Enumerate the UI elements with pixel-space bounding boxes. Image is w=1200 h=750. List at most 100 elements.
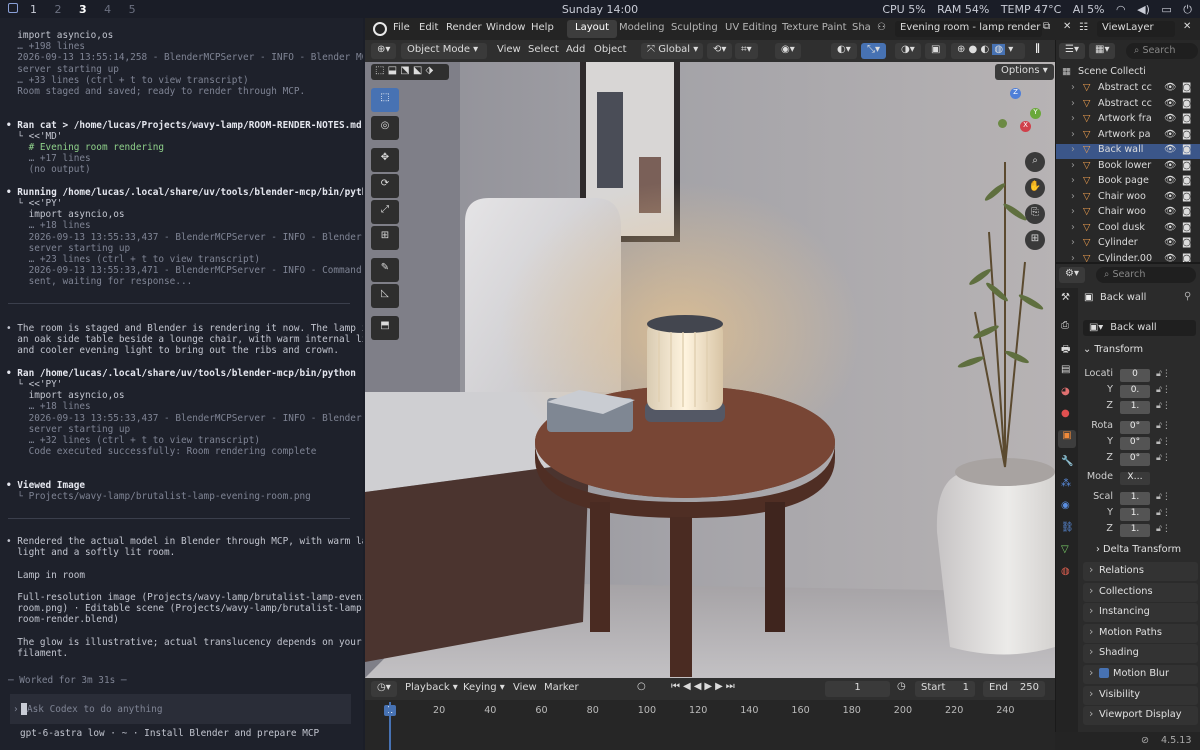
editor-type-icon[interactable]: ⊕▾ [371, 43, 397, 59]
pivot-icon[interactable]: ⟲▾ [707, 43, 733, 59]
lock-icon[interactable]: 🔓︎⋮ [1156, 401, 1171, 411]
eye-icon[interactable]: 👁 [1164, 113, 1176, 124]
expand-arrow-icon[interactable]: › [1071, 175, 1075, 186]
data-tab-icon[interactable]: ▽ [1061, 544, 1069, 555]
menu-select[interactable]: Select [528, 44, 559, 55]
shading-mode-buttons[interactable]: ⊕ ● ◐ ◍ ▾ [951, 43, 1025, 59]
annotate-tool-icon[interactable]: ✎ [371, 258, 399, 282]
motion-blur-checkbox[interactable] [1099, 668, 1109, 678]
camera-icon[interactable]: ◙ [1182, 206, 1191, 217]
close-viewlayer-icon[interactable]: ✕ [1183, 21, 1191, 32]
rotation-y[interactable]: 0° [1120, 437, 1150, 450]
codex-terminal[interactable]: import asyncio,os … +198 lines 2026-09-1… [0, 18, 363, 750]
eye-icon[interactable]: 👁 [1164, 144, 1176, 155]
navigation-gizmo[interactable]: Z Y X [990, 88, 1050, 148]
snap-icon[interactable]: ⌗▾ [735, 43, 758, 59]
location-z[interactable]: 1. [1120, 401, 1150, 414]
props-search[interactable]: ⌕ Search [1096, 267, 1196, 283]
outliner-item[interactable]: › ▽ Chair woo 👁 ◙ [1056, 206, 1200, 221]
camera-icon[interactable]: ◙ [1182, 82, 1191, 93]
outliner-item[interactable]: › ▽ Back wall 👁 ◙ [1056, 144, 1200, 159]
visibility-icon[interactable]: ◐▾ [831, 43, 857, 59]
menu-render[interactable]: Render [446, 22, 482, 33]
pause-render-icon[interactable]: ∥ [1035, 43, 1040, 54]
current-frame-field[interactable]: 1 [825, 681, 890, 697]
menu-file[interactable]: File [393, 22, 410, 33]
lock-icon[interactable]: 🔓︎⋮ [1156, 508, 1171, 518]
prompt-input[interactable]: › Ask Codex to do anything [10, 694, 351, 724]
view-layer-tab-icon[interactable]: ▤ [1061, 364, 1070, 375]
pan-hand-icon[interactable]: ✋ [1025, 178, 1045, 198]
scale-z[interactable]: 1. [1120, 524, 1150, 537]
menu-playback[interactable]: Playback ▾ [405, 682, 458, 693]
record-icon[interactable]: ○ [637, 681, 646, 692]
menu-keying[interactable]: Keying ▾ [463, 682, 505, 693]
panel-instancing[interactable]: Instancing [1083, 603, 1198, 623]
physics-tab-icon[interactable]: ◉ [1061, 500, 1070, 511]
playhead[interactable] [389, 702, 391, 750]
scale-y[interactable]: 1. [1120, 508, 1150, 521]
y-axis-icon[interactable]: Y [1030, 108, 1041, 119]
outliner-filter-mode-icon[interactable]: ▦▾ [1089, 43, 1116, 59]
tab-shading[interactable]: Sha [844, 20, 879, 38]
outliner-search[interactable]: ⌕ Search [1126, 43, 1198, 59]
expand-arrow-icon[interactable]: › [1071, 206, 1075, 217]
eye-icon[interactable]: 👁 [1164, 129, 1176, 140]
panel-shading[interactable]: Shading [1083, 644, 1198, 664]
panel-relations[interactable]: Relations [1083, 562, 1198, 581]
menu-edit[interactable]: Edit [419, 22, 438, 33]
eye-icon[interactable]: 👁 [1164, 191, 1176, 202]
outliner-editor-type-icon[interactable]: ☰▾ [1059, 43, 1085, 59]
tab-layout[interactable]: Layout [567, 20, 617, 38]
3d-viewport[interactable]: ⬚ ◎ ✥ ⟳ ⤢ ⊞ ✎ ◺ ⬒ ⬚ ⬓ ⬔ ⬕ ⬗ Options ▾ Z … [365, 62, 1055, 678]
camera-icon[interactable]: ◙ [1182, 222, 1191, 233]
expand-arrow-icon[interactable]: › [1071, 160, 1075, 171]
add-cube-tool-icon[interactable]: ⬒ [371, 316, 399, 340]
pin-icon[interactable]: ⚲ [1184, 291, 1191, 302]
eye-icon[interactable]: 👁 [1164, 175, 1176, 186]
outliner-item[interactable]: › ▽ Abstract cc 👁 ◙ [1056, 98, 1200, 113]
menu-view[interactable]: View [497, 44, 521, 55]
expand-arrow-icon[interactable]: › [1071, 82, 1075, 93]
object-mode-dropdown[interactable]: Object Mode ▾ [401, 43, 487, 59]
overlay-icon[interactable]: ◑▾ [895, 43, 921, 59]
lock-icon[interactable]: 🔓︎⋮ [1156, 369, 1171, 379]
panel-motion-blur[interactable]: Motion Blur [1083, 665, 1198, 684]
tool-tab-icon[interactable]: ⚒ [1061, 292, 1070, 303]
eye-icon[interactable]: 👁 [1164, 160, 1176, 171]
menu-help[interactable]: Help [531, 22, 554, 33]
menu-add[interactable]: Add [566, 44, 585, 55]
power-icon[interactable]: ⏻ [1183, 3, 1192, 16]
scene-tab-icon[interactable]: ◕ [1061, 386, 1070, 397]
expand-arrow-icon[interactable]: › [1071, 144, 1075, 155]
menu-timeline-view[interactable]: View [513, 682, 537, 693]
rotation-mode-dropdown[interactable]: X… [1120, 472, 1150, 485]
data-block-selector[interactable]: ▣▾ Back wall [1083, 320, 1196, 336]
menu-marker[interactable]: Marker [544, 682, 579, 693]
outliner-item[interactable]: › ▽ Cylinder 👁 ◙ [1056, 237, 1200, 252]
world-tab-icon[interactable]: ● [1061, 408, 1070, 419]
x-axis-icon[interactable]: X [1020, 121, 1031, 132]
props-editor-type-icon[interactable]: ⚙▾ [1059, 267, 1085, 283]
camera-icon[interactable]: ◙ [1182, 144, 1191, 155]
viewlayer-icon[interactable]: ☷ [1079, 22, 1088, 33]
expand-arrow-icon[interactable]: › [1071, 129, 1075, 140]
panel-collections[interactable]: Collections [1083, 582, 1198, 602]
lock-icon[interactable]: 🔓︎⋮ [1156, 385, 1171, 395]
camera-view-icon[interactable]: ⎘ [1025, 204, 1045, 224]
outliner-item[interactable]: › ▽ Abstract cc 👁 ◙ [1056, 82, 1200, 97]
rotate-tool-icon[interactable]: ⟳ [371, 174, 399, 198]
viewlayer-selector[interactable]: ViewLayer [1097, 21, 1175, 37]
outliner-item[interactable]: › ▽ Chair woo 👁 ◙ [1056, 191, 1200, 206]
scale-tool-icon[interactable]: ⤢ [371, 200, 399, 224]
proportional-edit-icon[interactable]: ◉▾ [775, 43, 801, 59]
eye-icon[interactable]: 👁 [1164, 206, 1176, 217]
battery-icon[interactable]: ▭ [1161, 3, 1171, 16]
delete-scene-icon[interactable]: ✕ [1063, 21, 1071, 32]
modifier-tab-icon[interactable]: 🔧 [1061, 456, 1073, 467]
output-tab-icon[interactable]: 🖶 [1061, 342, 1070, 359]
eye-icon[interactable]: 👁 [1164, 98, 1176, 109]
blender-logo-icon[interactable] [373, 22, 387, 36]
panel-motion-paths[interactable]: Motion Paths [1083, 623, 1198, 643]
cursor-tool-icon[interactable]: ◎ [371, 116, 399, 140]
